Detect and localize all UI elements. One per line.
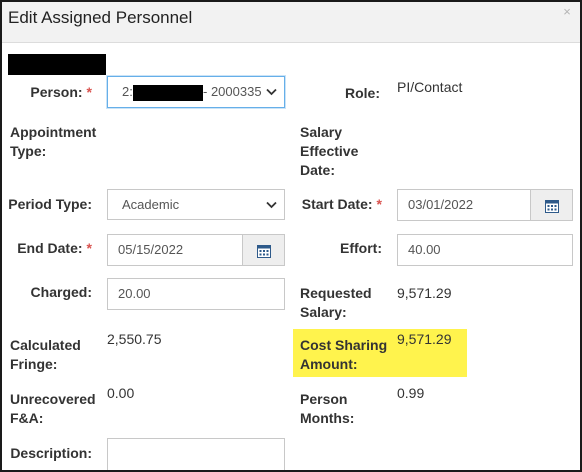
unrecovered-fa-value: 0.00: [107, 385, 135, 401]
chevron-down-icon: [266, 88, 277, 96]
start-date-calendar-button[interactable]: [530, 189, 573, 221]
person-select-value-suffix: - 2000335: [203, 84, 262, 99]
person-label: Person: *: [30, 84, 92, 100]
end-date-input[interactable]: 05/15/2022: [107, 234, 243, 266]
unrecovered-fa-label: Unrecovered F&A:: [10, 391, 96, 426]
redacted-block: [8, 54, 106, 75]
period-type-label: Period Type:: [8, 196, 92, 212]
description-textarea[interactable]: [107, 438, 285, 470]
effort-input[interactable]: 40.00: [397, 234, 573, 266]
period-type-select-value: Academic: [122, 197, 180, 212]
requested-salary-label: Requested Salary:: [300, 285, 372, 320]
appointment-type-label: Appointment Type:: [10, 124, 97, 159]
calendar-icon: [545, 200, 559, 213]
dialog-titlebar: Edit Assigned Personnel ×: [2, 2, 580, 43]
cost-sharing-amount-label: Cost Sharing Amount:: [300, 337, 388, 372]
end-date-label: End Date: *: [17, 240, 92, 256]
chevron-down-icon: [266, 201, 277, 209]
effort-label: Effort:: [340, 240, 382, 256]
end-date-calendar-button[interactable]: [242, 234, 285, 266]
start-date-label: Start Date: *: [301, 196, 382, 212]
person-months-label: Person Months:: [300, 391, 355, 426]
close-icon[interactable]: ×: [560, 5, 574, 19]
dialog-title: Edit Assigned Personnel: [8, 8, 193, 27]
salary-effective-date-label: Salary Effective Date:: [300, 124, 359, 178]
charged-input[interactable]: 20.00: [107, 278, 285, 310]
role-value: PI/Contact: [397, 79, 463, 95]
redacted-person-name: [133, 85, 203, 101]
person-select-value-prefix: 2:: [122, 84, 133, 99]
description-label: Description:: [10, 445, 92, 461]
person-select[interactable]: 2: - 2000335: [107, 76, 285, 108]
person-months-value: 0.99: [397, 385, 425, 401]
calculated-fringe-label: Calculated Fringe:: [10, 337, 81, 372]
calculated-fringe-value: 2,550.75: [107, 331, 162, 347]
calendar-icon: [257, 245, 271, 258]
period-type-select[interactable]: Academic: [107, 189, 285, 220]
start-date-input[interactable]: 03/01/2022: [397, 189, 531, 221]
edit-assigned-personnel-dialog: Edit Assigned Personnel × Person: * 2: - …: [0, 0, 582, 472]
cost-sharing-amount-value: 9,571.29: [397, 331, 452, 347]
role-label: Role:: [345, 85, 380, 101]
charged-label: Charged:: [30, 284, 92, 300]
requested-salary-value: 9,571.29: [397, 285, 452, 301]
